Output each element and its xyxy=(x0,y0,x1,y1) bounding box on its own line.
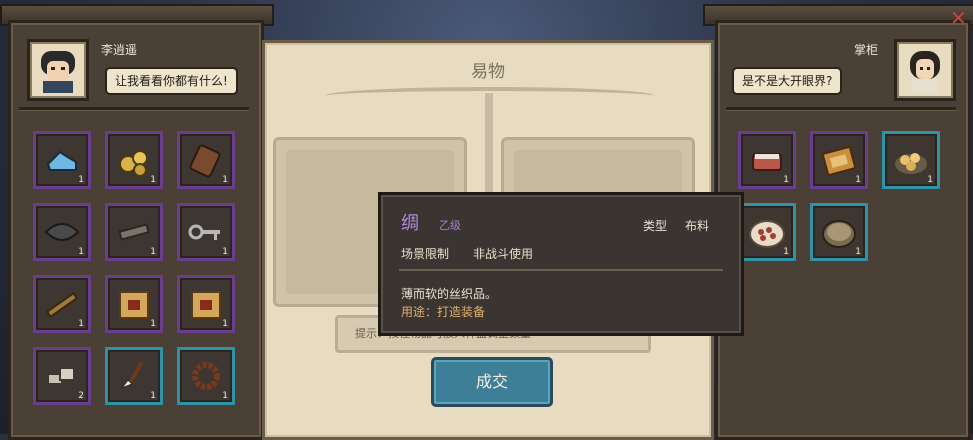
left-item-slot[interactable]: 1 xyxy=(33,275,91,333)
left-item-slot[interactable]: 1 xyxy=(105,275,163,333)
bamboo-stick-icon xyxy=(45,291,79,319)
left-item-slot[interactable]: 1 xyxy=(105,347,163,405)
left-item-slot[interactable]: 1 xyxy=(177,203,235,261)
right-item-slot[interactable]: 1 xyxy=(810,131,868,189)
scroll-map-icon xyxy=(119,291,149,319)
player-name: 李逍遥 xyxy=(101,43,138,57)
wood-case-icon xyxy=(189,144,221,178)
trade-button[interactable]: 成交 xyxy=(431,357,553,407)
item-count: 1 xyxy=(78,175,84,185)
player-avatar-icon xyxy=(41,51,75,93)
right-item-slot[interactable]: 1 xyxy=(738,131,796,189)
gold-ore-icon xyxy=(119,150,148,177)
left-item-slot[interactable]: 1 xyxy=(177,131,235,189)
player-panel: 李逍遥 让我看看你都有什么! 1 1 1 1 1 1 1 1 1 2 1 1 xyxy=(8,20,264,440)
player-inventory-grid: 1 1 1 1 1 1 1 1 1 2 1 1 xyxy=(33,131,235,405)
item-count: 1 xyxy=(78,319,84,329)
blue-shoes-icon xyxy=(46,150,77,171)
bread-plate-icon xyxy=(895,153,927,174)
left-item-slot[interactable]: 1 xyxy=(177,347,235,405)
item-tooltip: 绸 乙级 类型 布料 场景限制 非战斗使用 薄而软的丝织品。 用途：打造装备 xyxy=(378,192,744,336)
merchant-divider xyxy=(726,107,956,111)
tooltip-divider xyxy=(399,269,723,271)
item-count: 1 xyxy=(222,247,228,257)
item-grade: 乙级 xyxy=(439,219,461,232)
item-type-value: 布料 xyxy=(685,219,710,233)
trade-title: 易物 xyxy=(471,62,505,82)
right-item-slot[interactable]: 1 xyxy=(738,203,796,261)
meat-icon xyxy=(752,153,782,171)
box-icon xyxy=(821,145,857,177)
merchant-portrait xyxy=(894,39,956,101)
left-item-slot[interactable]: 1 xyxy=(105,203,163,261)
dark-leaf-icon xyxy=(44,223,80,241)
left-item-slot[interactable]: 2 xyxy=(33,347,91,405)
item-count: 1 xyxy=(78,247,84,257)
item-type-label: 类型 xyxy=(643,219,668,233)
close-icon[interactable]: ✕ xyxy=(950,6,967,30)
item-name: 绸 xyxy=(401,213,419,234)
merchant-speech-bubble: 是不是大开眼界? xyxy=(732,67,843,95)
brush-icon xyxy=(120,361,144,390)
item-count: 1 xyxy=(150,175,156,185)
item-usage: 用途：打造装备 xyxy=(401,305,486,319)
left-item-slot[interactable]: 1 xyxy=(33,203,91,261)
player-divider xyxy=(19,107,249,111)
item-count: 1 xyxy=(783,175,789,185)
scene-limit-label: 场景限制 xyxy=(401,247,450,261)
item-description: 薄而软的丝织品。 xyxy=(401,287,498,301)
merchant-panel: 掌柜 是不是大开眼界? 1 1 1 1 1 xyxy=(715,20,971,440)
dumpling-plate-icon xyxy=(749,220,785,248)
left-item-slot[interactable]: 1 xyxy=(105,131,163,189)
item-count: 1 xyxy=(150,247,156,257)
iron-bar-icon xyxy=(118,223,150,241)
player-speech-bubble: 让我看看你都有什么! xyxy=(105,67,238,95)
item-count: 1 xyxy=(855,175,861,185)
item-count: 1 xyxy=(222,319,228,329)
item-count: 1 xyxy=(222,175,228,185)
merchant-inventory-grid: 1 1 1 1 1 xyxy=(738,131,940,261)
merchant-avatar-icon xyxy=(910,51,940,93)
right-item-slot[interactable]: 1 xyxy=(882,131,940,189)
stone-pile-icon xyxy=(47,367,75,385)
steamer-icon xyxy=(822,220,856,248)
item-count: 1 xyxy=(855,247,861,257)
scene-limit-value: 非战斗使用 xyxy=(473,247,534,261)
right-item-slot[interactable]: 1 xyxy=(810,203,868,261)
item-count: 1 xyxy=(222,391,228,401)
item-count: 2 xyxy=(78,391,84,401)
item-count: 1 xyxy=(927,175,933,185)
key-icon xyxy=(188,224,220,240)
scroll-map-icon xyxy=(191,291,221,319)
left-item-slot[interactable]: 1 xyxy=(33,131,91,189)
left-item-slot[interactable]: 1 xyxy=(177,275,235,333)
item-count: 1 xyxy=(150,391,156,401)
item-count: 1 xyxy=(150,319,156,329)
merchant-name: 掌柜 xyxy=(854,43,879,57)
item-count: 1 xyxy=(783,247,789,257)
bead-bracelet-icon xyxy=(192,362,220,390)
player-portrait xyxy=(27,39,89,101)
